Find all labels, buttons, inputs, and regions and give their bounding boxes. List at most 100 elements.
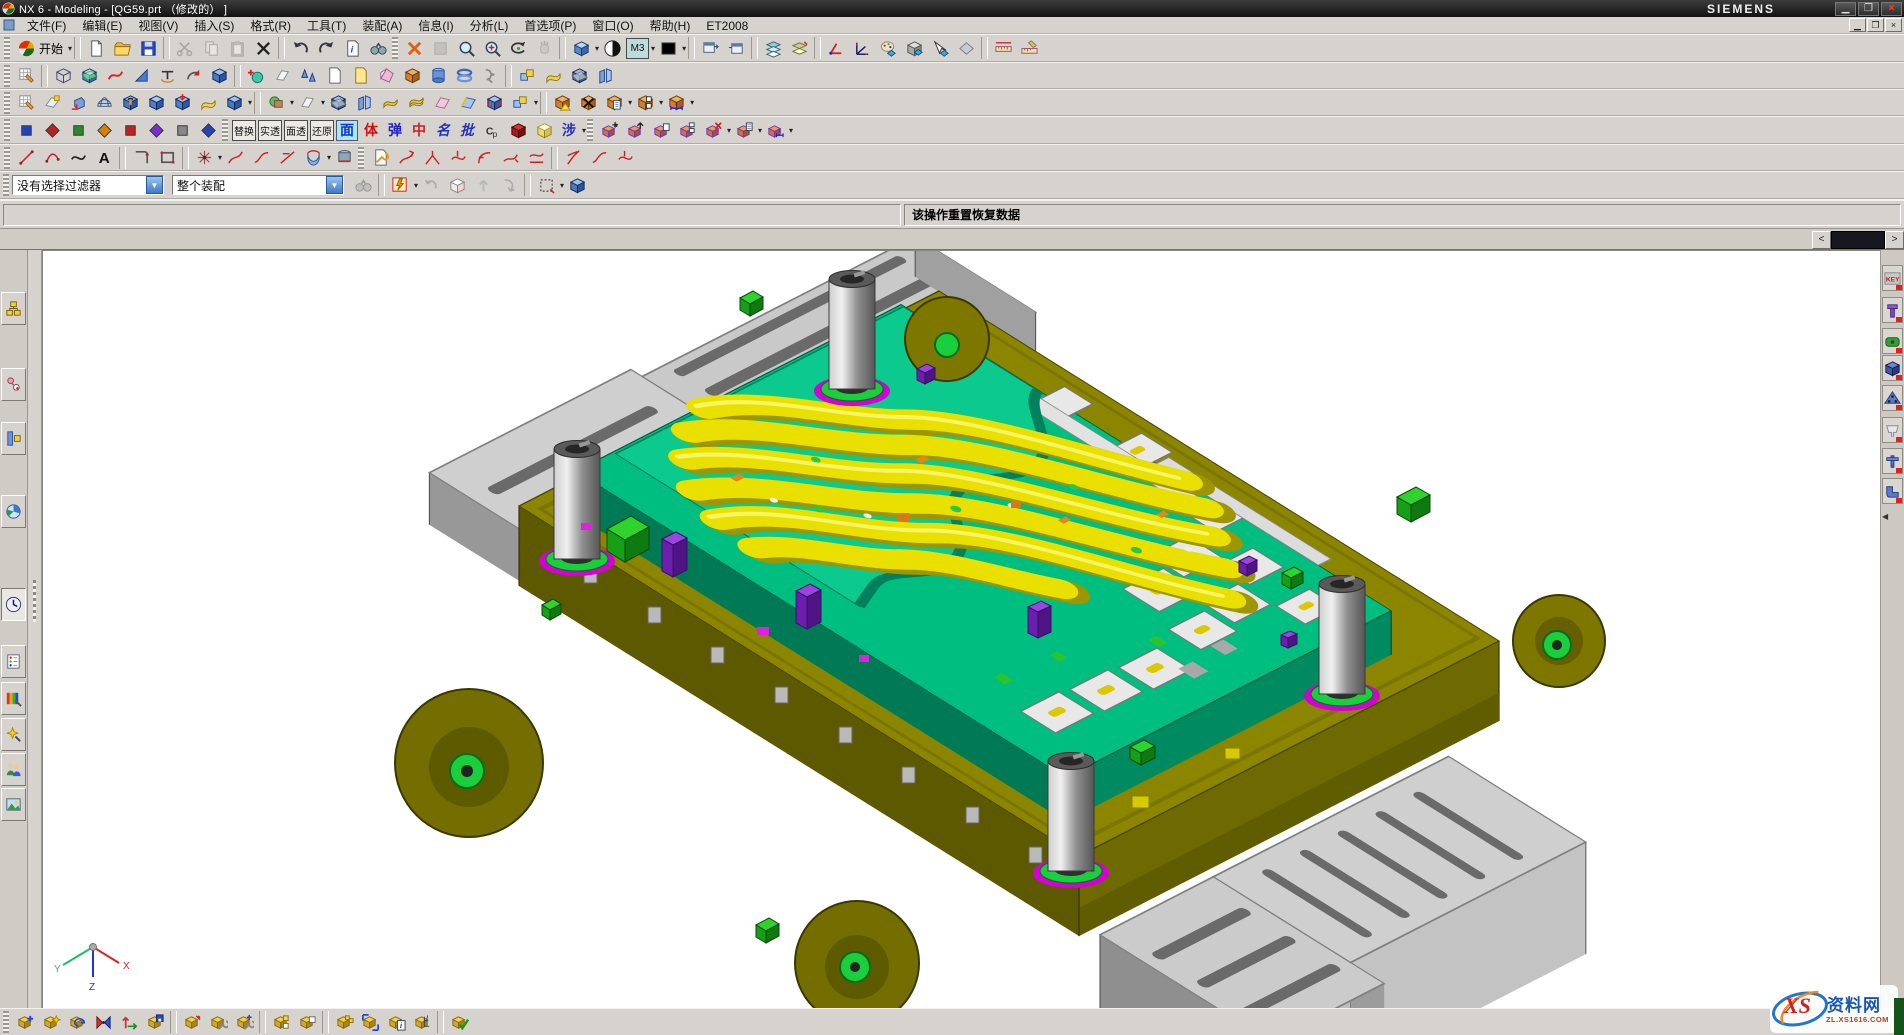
toolbar-handle[interactable] xyxy=(4,119,10,141)
mirror-feature-dropdown[interactable]: ▾ xyxy=(534,98,538,107)
unite[interactable] xyxy=(263,91,289,115)
quick-tool-2[interactable] xyxy=(39,118,65,142)
swept-sheet[interactable] xyxy=(540,64,566,88)
deformable-component[interactable] xyxy=(294,1010,320,1034)
red-solid-cube[interactable] xyxy=(505,118,531,142)
curve-length[interactable] xyxy=(523,146,549,170)
reuse-elbow-part[interactable] xyxy=(1882,478,1903,504)
hole[interactable] xyxy=(117,91,143,115)
snap-component[interactable] xyxy=(38,1010,64,1034)
component-dimension[interactable]: x xyxy=(762,118,788,142)
open-in-window[interactable] xyxy=(697,36,723,60)
resize-face[interactable]: x xyxy=(663,91,689,115)
face-select-cn[interactable]: 面 xyxy=(336,120,358,141)
note-page[interactable] xyxy=(347,64,373,88)
cut[interactable] xyxy=(172,36,198,60)
more-features-dropdown[interactable]: ▾ xyxy=(248,98,252,107)
offset-surface[interactable] xyxy=(377,91,403,115)
reuse-key-part[interactable]: KEY xyxy=(1882,265,1903,291)
translucent-cube[interactable] xyxy=(531,118,557,142)
quick-tool-3[interactable] xyxy=(65,118,91,142)
wireframe-display[interactable] xyxy=(50,64,76,88)
zoom-in-out[interactable] xyxy=(479,36,505,60)
toolbar-handle[interactable] xyxy=(587,119,593,141)
quick-tool-8[interactable] xyxy=(195,118,221,142)
body-select-cn[interactable]: 体 xyxy=(360,120,382,141)
pattern-component[interactable] xyxy=(331,1010,357,1034)
start-button[interactable]: 开始 xyxy=(13,36,67,60)
mirror-feature[interactable] xyxy=(507,91,533,115)
thicken[interactable] xyxy=(403,91,429,115)
clearance-analysis[interactable]: i xyxy=(383,1010,409,1034)
line[interactable] xyxy=(13,146,39,170)
reuse-clamp-part[interactable] xyxy=(1882,328,1903,354)
quick-tool-5[interactable] xyxy=(117,118,143,142)
quick-tool-6[interactable] xyxy=(143,118,169,142)
unhide[interactable] xyxy=(953,36,979,60)
restore-button[interactable]: ❐ xyxy=(1858,2,1879,16)
layer-settings[interactable] xyxy=(760,36,786,60)
chevron-down-icon[interactable]: ▼ xyxy=(146,176,163,194)
center-cn[interactable]: 中 xyxy=(408,120,430,141)
component-columns[interactable] xyxy=(674,118,700,142)
interference-cn-dropdown[interactable]: ▾ xyxy=(582,126,586,135)
menu-ET2008[interactable]: ET2008 xyxy=(698,18,756,34)
reuse-post-part[interactable] xyxy=(1882,297,1903,323)
scroll-track[interactable] xyxy=(1831,231,1885,249)
interference-cn[interactable]: 涉 xyxy=(558,120,580,141)
prism-primitive[interactable] xyxy=(373,64,399,88)
open-file[interactable] xyxy=(109,36,135,60)
restore-display[interactable]: 还原 xyxy=(310,120,334,141)
datum-point[interactable] xyxy=(243,64,269,88)
bridge-curve[interactable] xyxy=(248,146,274,170)
project-curve[interactable] xyxy=(560,146,586,170)
trim-with-plane[interactable] xyxy=(566,64,592,88)
redo[interactable] xyxy=(313,36,339,60)
menu-分析[interactable]: 分析(L) xyxy=(462,18,517,34)
color-palette-tab[interactable] xyxy=(1,682,26,715)
menu-工具[interactable]: 工具(T) xyxy=(299,18,354,34)
roles-tab[interactable] xyxy=(1,753,26,786)
section-curve[interactable] xyxy=(331,146,357,170)
find-in-selection[interactable] xyxy=(350,173,376,197)
copy-position[interactable]: Cp xyxy=(479,118,505,142)
wcs-orient[interactable] xyxy=(849,36,875,60)
arc[interactable] xyxy=(39,146,65,170)
instance-pair[interactable] xyxy=(514,64,540,88)
stretch-curve[interactable] xyxy=(497,146,523,170)
raise-component[interactable] xyxy=(622,118,648,142)
batch-cn[interactable]: 批 xyxy=(456,120,478,141)
menu-信息[interactable]: 信息(I) xyxy=(410,18,461,34)
toolbar-handle[interactable] xyxy=(4,147,10,169)
palette-scroll-left[interactable]: ◀ xyxy=(1882,512,1888,521)
find-component[interactable] xyxy=(365,36,391,60)
synchronous-modeling[interactable] xyxy=(549,91,575,115)
component-groups[interactable] xyxy=(268,1010,294,1034)
pan-view[interactable] xyxy=(531,36,557,60)
system-materials-tab[interactable] xyxy=(1,645,26,678)
sheet-from-curves[interactable] xyxy=(195,91,221,115)
simplify-curve[interactable] xyxy=(274,146,300,170)
delete-component-alt[interactable] xyxy=(700,118,726,142)
face-translucency[interactable]: 面透 xyxy=(284,120,308,141)
fillet-curve[interactable] xyxy=(471,146,497,170)
measure-distance[interactable] xyxy=(990,36,1016,60)
split-tool[interactable] xyxy=(592,64,618,88)
assembly-navigator-tab[interactable] xyxy=(1,292,26,325)
display-plane[interactable] xyxy=(269,64,295,88)
child-close-button[interactable]: × xyxy=(1885,18,1902,32)
trim-corner[interactable] xyxy=(419,146,445,170)
select-solid[interactable] xyxy=(444,173,470,197)
part-navigator-tab[interactable] xyxy=(1,422,26,455)
zoom-box[interactable] xyxy=(453,36,479,60)
scroll-right-button[interactable]: > xyxy=(1885,231,1904,249)
edit-suppression[interactable] xyxy=(205,1010,231,1034)
menu-首选项[interactable]: 首选项(P) xyxy=(516,18,584,34)
wave-geometry-linker[interactable] xyxy=(357,1010,383,1034)
pattern-face[interactable] xyxy=(632,91,658,115)
wcs-dynamics[interactable] xyxy=(823,36,849,60)
datum-plane-drop[interactable] xyxy=(294,91,320,115)
menu-帮助[interactable]: 帮助(H) xyxy=(642,18,699,34)
menu-装配[interactable]: 装配(A) xyxy=(354,18,410,34)
toolbar-handle[interactable] xyxy=(392,37,398,59)
